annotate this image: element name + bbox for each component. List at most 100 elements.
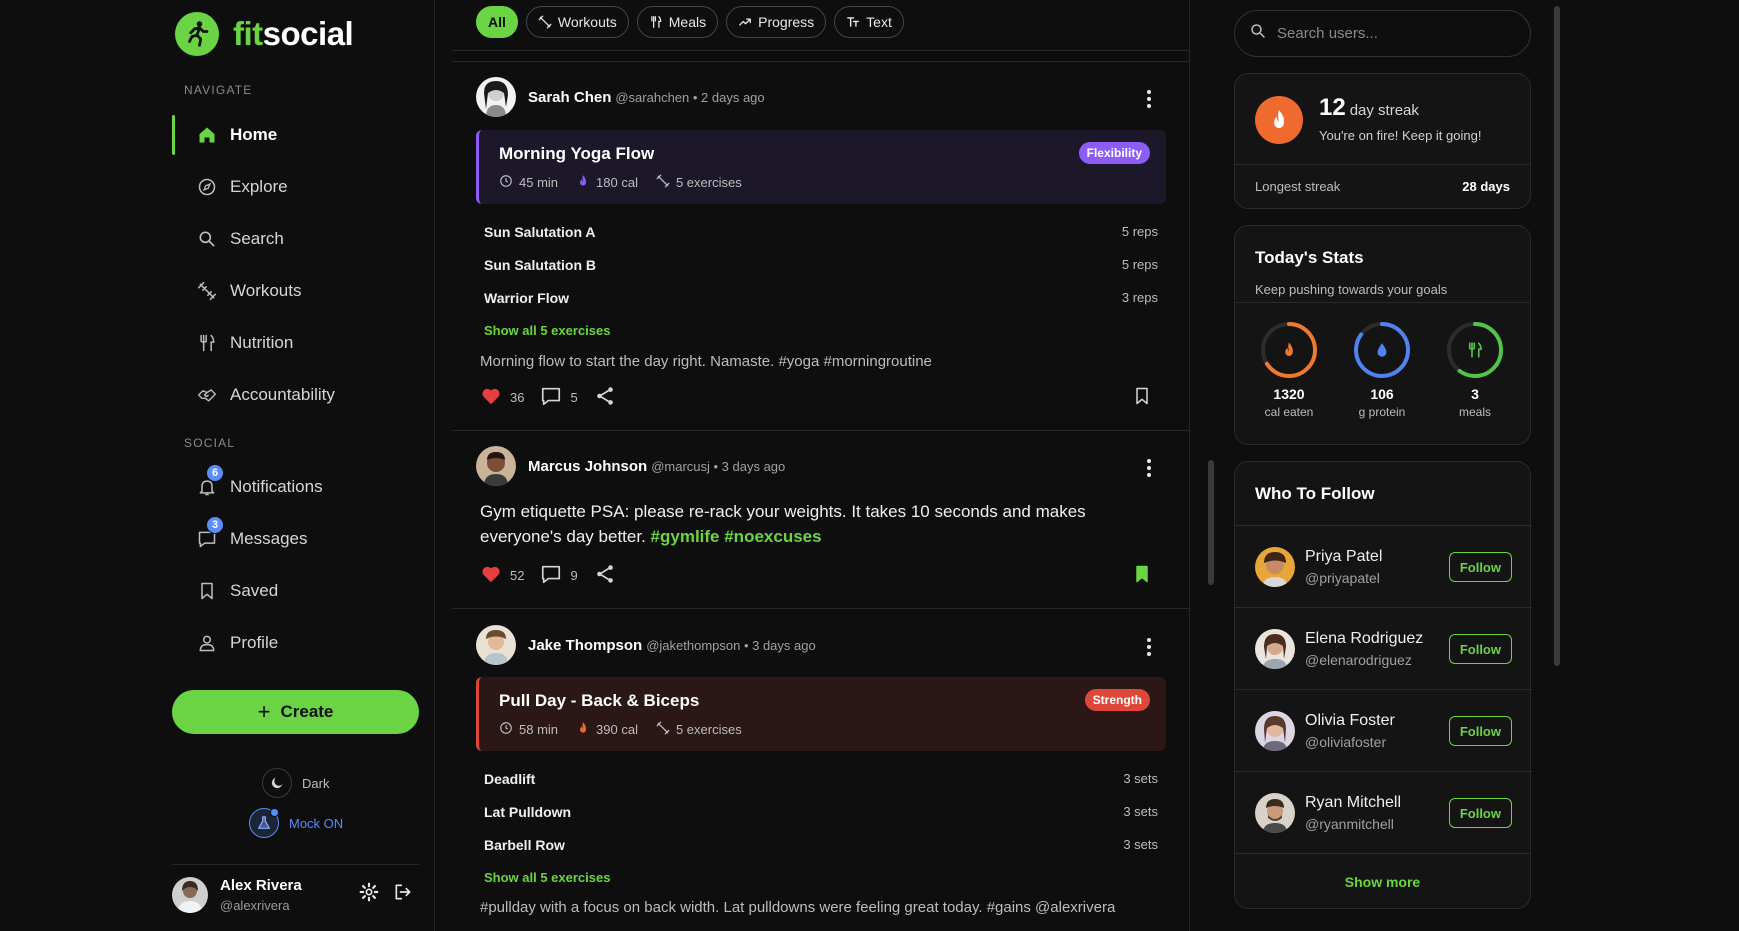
- post-header: Marcus Johnson @marcusj • 3 days ago: [476, 446, 785, 486]
- gear-icon[interactable]: [359, 882, 379, 907]
- longest-streak: Longest streak 28 days: [1235, 164, 1530, 208]
- nav-item-workouts[interactable]: Workouts: [172, 265, 419, 317]
- todays-stats-card: Today's Stats Keep pushing towards your …: [1234, 225, 1531, 445]
- stat-label: cal eaten: [1264, 405, 1314, 419]
- bookmark-filled-icon[interactable]: [1132, 563, 1152, 590]
- nav-item-search[interactable]: Search: [172, 213, 419, 265]
- more-options-icon[interactable]: [1146, 90, 1152, 108]
- feed: All Workouts Meals Progress Text Sarah C…: [452, 0, 1190, 931]
- workout-duration: 58 min: [519, 722, 559, 737]
- post-caption: #pullday with a focus on back width. Lat…: [480, 899, 1116, 916]
- workout-card[interactable]: Morning Yoga Flow Flexibility 45 min 180…: [476, 130, 1166, 204]
- more-options-icon[interactable]: [1146, 459, 1152, 477]
- avatar[interactable]: [1255, 546, 1295, 587]
- stat-meals: 3 meals: [1435, 320, 1515, 419]
- show-more-link[interactable]: Show more: [1235, 874, 1530, 890]
- avatar[interactable]: [1255, 792, 1295, 833]
- post-header: Jake Thompson @jakethompson • 3 days ago: [476, 625, 816, 665]
- like-button[interactable]: 36: [480, 385, 524, 410]
- logout-icon[interactable]: [393, 882, 413, 907]
- social-nav: 6 Notifications 3 Messages Saved Profile: [172, 461, 419, 669]
- nav-item-home[interactable]: Home: [172, 109, 419, 161]
- avatar[interactable]: [172, 876, 208, 913]
- nav-item-label: Home: [230, 125, 278, 144]
- exercise-row: Barbell Row 3 sets: [484, 836, 1158, 853]
- comment-button[interactable]: 9: [540, 563, 578, 588]
- heart-icon: [480, 385, 502, 410]
- dumbbell-icon: [656, 721, 670, 738]
- theme-toggle[interactable]: Dark: [262, 768, 329, 798]
- comment-icon: [540, 563, 562, 588]
- post-hashtags[interactable]: #gymlife #noexcuses: [651, 527, 822, 546]
- nav-item-label: Nutrition: [230, 333, 294, 352]
- avatar[interactable]: [476, 446, 516, 486]
- create-button[interactable]: + Create: [172, 690, 419, 734]
- share-button[interactable]: [594, 385, 616, 410]
- dumbbell-icon: [656, 174, 670, 191]
- comment-button[interactable]: 5: [540, 385, 578, 410]
- notifications-badge: 6: [206, 464, 224, 482]
- bookmark-icon[interactable]: [1132, 385, 1152, 412]
- main-nav: Home Explore Search Workouts Nutrition A…: [172, 109, 419, 421]
- avatar[interactable]: [476, 625, 516, 665]
- avatar[interactable]: [476, 77, 516, 117]
- follow-user-info: Olivia Foster @oliviafoster: [1305, 711, 1395, 750]
- user-name: Alex Rivera: [220, 876, 302, 894]
- filter-workouts[interactable]: Workouts: [525, 6, 629, 38]
- streak-card: 12 day streak You're on fire! Keep it goi…: [1234, 73, 1531, 209]
- follow-button[interactable]: Follow: [1448, 716, 1512, 746]
- stat-cal-eaten: 1320 cal eaten: [1249, 320, 1329, 419]
- nav-item-explore[interactable]: Explore: [172, 161, 419, 213]
- right-panel-scrollbar[interactable]: [1554, 6, 1560, 666]
- nav-item-profile[interactable]: Profile: [172, 617, 419, 669]
- comment-count: 5: [570, 390, 578, 405]
- nav-item-accountability[interactable]: Accountability: [172, 369, 419, 421]
- more-options-icon[interactable]: [1146, 638, 1152, 656]
- feed-scrollbar[interactable]: [1208, 460, 1214, 585]
- streak-message: You're on fire! Keep it going!: [1319, 128, 1482, 143]
- moon-icon: [262, 768, 292, 798]
- user-handle: @alexrivera: [220, 897, 290, 913]
- nav-item-label: Explore: [230, 177, 288, 196]
- nav-item-notifications[interactable]: 6 Notifications: [172, 461, 419, 513]
- share-button[interactable]: [594, 563, 616, 588]
- exercise-row: Lat Pulldown 3 sets: [484, 803, 1158, 820]
- nav-item-nutrition[interactable]: Nutrition: [172, 317, 419, 369]
- stat-value: 1320: [1273, 386, 1305, 402]
- like-count: 52: [510, 568, 525, 583]
- filter-all[interactable]: All: [476, 6, 518, 38]
- avatar[interactable]: [1255, 710, 1295, 751]
- nav-item-saved[interactable]: Saved: [172, 565, 419, 617]
- logo[interactable]: fitsocial: [175, 12, 354, 56]
- workout-card[interactable]: Pull Day - Back & Biceps Strength 58 min…: [476, 677, 1166, 751]
- like-button[interactable]: 52: [480, 563, 524, 588]
- show-all-exercises-link[interactable]: Show all 5 exercises: [484, 323, 610, 338]
- search-icon: [196, 228, 218, 250]
- show-all-exercises-link[interactable]: Show all 5 exercises: [484, 870, 610, 885]
- filter-progress[interactable]: Progress: [726, 6, 827, 38]
- workout-title: Morning Yoga Flow: [499, 144, 655, 163]
- search-users-input[interactable]: [1277, 25, 1507, 42]
- filter-text[interactable]: Text: [834, 6, 904, 38]
- compass-icon: [196, 176, 218, 198]
- post-author-name[interactable]: Jake Thompson: [528, 637, 642, 654]
- filter-meals[interactable]: Meals: [636, 6, 719, 38]
- follow-button[interactable]: Follow: [1448, 798, 1512, 828]
- workout-tag: Flexibility: [1078, 142, 1150, 164]
- user-search[interactable]: [1234, 10, 1531, 57]
- post-author-name[interactable]: Sarah Chen: [528, 89, 611, 106]
- navigate-section-label: NAVIGATE: [184, 83, 253, 97]
- plus-icon: +: [257, 699, 271, 724]
- stat-value: 106: [1370, 386, 1394, 402]
- workout-meta: 58 min 390 cal 5 exercises: [499, 721, 742, 738]
- post-body: Gym etiquette PSA: please re-rack your w…: [480, 502, 1086, 546]
- nav-item-messages[interactable]: 3 Messages: [172, 513, 419, 565]
- follow-button[interactable]: Follow: [1448, 634, 1512, 664]
- post-author-name[interactable]: Marcus Johnson: [528, 458, 647, 475]
- divider: [452, 50, 1189, 51]
- progress-ring: [1352, 320, 1412, 380]
- follow-button[interactable]: Follow: [1448, 552, 1512, 582]
- mock-toggle[interactable]: Mock ON: [249, 808, 343, 838]
- follow-user-info: Elena Rodriguez @elenarodriguez: [1305, 629, 1424, 668]
- avatar[interactable]: [1255, 628, 1295, 669]
